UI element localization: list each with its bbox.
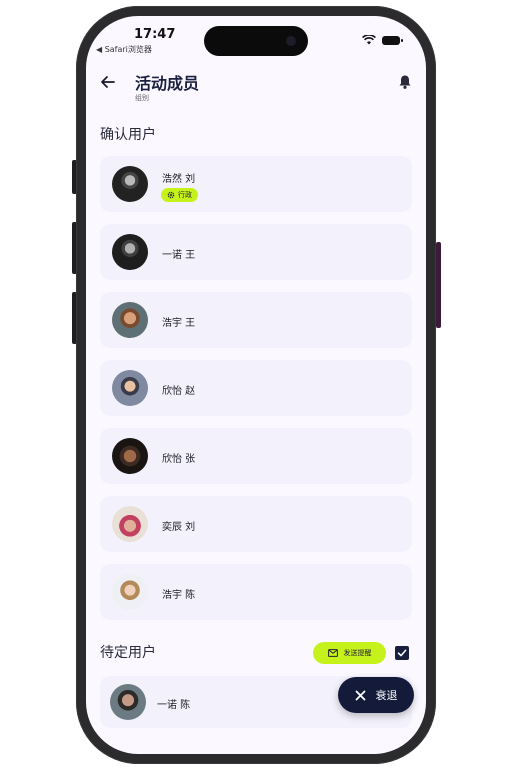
status-time: 17:47 — [134, 27, 176, 42]
dynamic-island — [204, 26, 308, 56]
fab-button[interactable]: 衰退 — [338, 677, 414, 713]
user-name: 浩宇 王 — [162, 318, 196, 329]
user-card[interactable]: 奕辰 刘 — [100, 496, 412, 552]
wifi-icon — [362, 35, 376, 45]
user-card[interactable]: 浩宇 王 — [100, 292, 412, 348]
user-name: 浩宇 陈 — [162, 590, 196, 601]
page-title: 活动成员 — [135, 74, 200, 93]
role-label: 行政 — [178, 191, 192, 199]
pending-actions: 发送提醒 — [100, 642, 412, 666]
bell-icon[interactable] — [398, 74, 412, 94]
user-card[interactable]: 一诺 王 — [100, 224, 412, 280]
back-to-safari-link[interactable]: ◀ Safari浏览器 — [96, 44, 152, 55]
gear-icon — [167, 191, 175, 199]
phone-screen: 17:47 ◀ Safari浏览器 活动成员 组别 确认用户 浩然 刘 行政 一… — [86, 16, 426, 754]
user-avatar — [112, 166, 148, 202]
app-header: 活动成员 组别 — [86, 68, 426, 108]
user-card[interactable]: 浩宇 陈 — [100, 564, 412, 620]
check-icon — [397, 649, 407, 657]
user-avatar — [112, 370, 148, 406]
send-reminder-button[interactable]: 发送提醒 — [313, 642, 386, 664]
status-icons — [362, 35, 403, 45]
user-name: 奕辰 刘 — [162, 522, 196, 533]
user-name: 欣怡 赵 — [162, 386, 196, 397]
close-icon — [355, 690, 365, 700]
user-name: 欣怡 张 — [162, 454, 196, 465]
user-avatar — [112, 438, 148, 474]
camera-icon — [286, 36, 296, 46]
page-subtitle: 组别 — [135, 94, 149, 102]
select-all-checkbox[interactable] — [395, 646, 409, 660]
power-button — [436, 242, 441, 328]
user-avatar — [112, 506, 148, 542]
battery-icon — [382, 35, 403, 45]
role-badge: 行政 — [161, 188, 198, 202]
user-card[interactable]: 浩然 刘 行政 — [100, 156, 412, 212]
user-card[interactable]: 欣怡 赵 — [100, 360, 412, 416]
user-avatar — [112, 302, 148, 338]
user-name: 浩然 刘 — [162, 174, 196, 185]
user-name: 一诺 陈 — [157, 700, 191, 711]
fab-label: 衰退 — [375, 689, 398, 702]
user-name: 一诺 王 — [162, 250, 196, 261]
user-avatar — [112, 574, 148, 610]
back-arrow-icon[interactable] — [100, 74, 116, 95]
user-avatar — [110, 684, 146, 720]
mail-icon — [327, 649, 338, 657]
confirmed-users-title: 确认用户 — [100, 127, 156, 143]
user-card[interactable]: 欣怡 张 — [100, 428, 412, 484]
user-avatar — [112, 234, 148, 270]
send-reminder-label: 发送提醒 — [343, 649, 372, 657]
